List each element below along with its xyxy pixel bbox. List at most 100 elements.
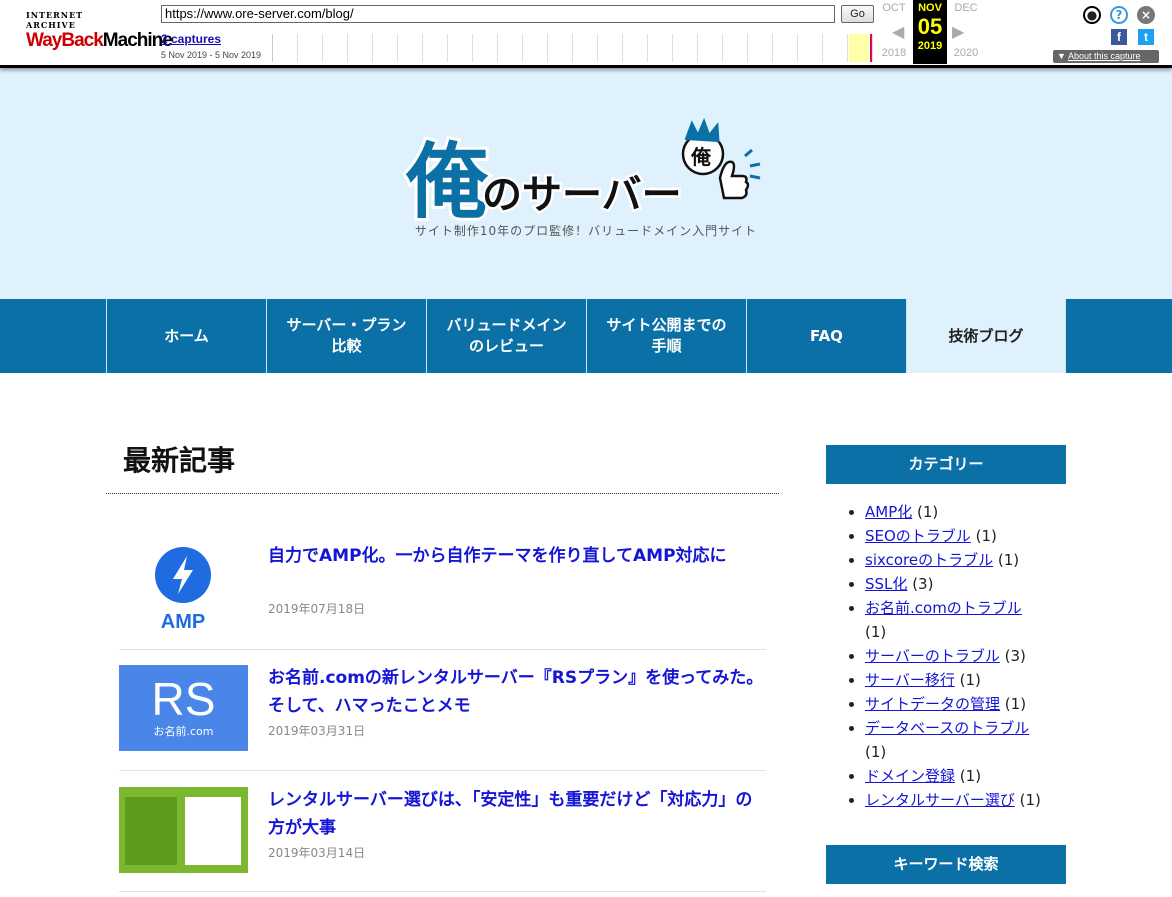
nav-publish-steps[interactable]: サイト公開までの 手順 xyxy=(586,299,746,373)
wayback-go-button[interactable]: Go xyxy=(841,5,874,23)
wayback-sparkline[interactable] xyxy=(272,34,876,62)
categories-heading: カテゴリー xyxy=(826,445,1066,484)
post-item[interactable]: レンタルサーバー選びは、「安定性」も重要だけど「対応力」の方が大事 2019年0… xyxy=(119,771,766,892)
wayback-url-input[interactable]: https://www.ore-server.com/blog/ xyxy=(161,5,835,23)
help-icon[interactable]: ? xyxy=(1110,6,1128,24)
category-count: (1) xyxy=(865,623,887,641)
category-item: ドメイン登録 (1) xyxy=(865,764,1066,788)
category-item: サイトデータの管理 (1) xyxy=(865,692,1066,716)
post-item[interactable]: AMP 自力でAMP化。一から自作テーマを作り直してAMP対応に 2019年07… xyxy=(119,518,766,650)
prev-year-label: 2018 xyxy=(881,47,907,59)
category-count: (3) xyxy=(912,575,934,593)
wayback-logo-text: WayBackMachine xyxy=(26,30,173,51)
thumb-screenshot xyxy=(185,797,241,865)
category-link[interactable]: AMP化 xyxy=(865,503,912,521)
current-capture-date: NOV 05 2019 xyxy=(913,0,947,64)
sparkline-highlight xyxy=(849,34,869,62)
site-tagline: サイト制作10年のプロ監修！バリュードメイン入門サイト xyxy=(414,224,758,238)
site-header: 俺 のサーバー 俺 サイト制作10年のプロ監修！バリュードメイン入門サイト xyxy=(0,68,1172,299)
wayback-toolbar: INTERNET ARCHIVE WayBackMachine https://… xyxy=(0,0,1172,68)
user-icon[interactable]: ● xyxy=(1083,6,1101,24)
post-item[interactable]: RS お名前.com お名前.comの新レンタルサーバー『RSプラン』を使ってみ… xyxy=(119,650,766,771)
rs-thumb-label: RS xyxy=(151,673,216,725)
svg-text:のサーバー: のサーバー xyxy=(482,172,682,218)
category-link[interactable]: お名前.comのトラブル xyxy=(865,599,1022,617)
category-count: (1) xyxy=(1004,695,1027,713)
category-count: (1) xyxy=(959,767,982,785)
post-date: 2019年03月31日 xyxy=(268,724,366,738)
sidebar: カテゴリー AMP化 (1) SEOのトラブル (1) sixcoreのトラブル… xyxy=(826,445,1066,884)
wayback-logo[interactable]: INTERNET ARCHIVE WayBackMachine xyxy=(26,10,173,51)
thumb-panel xyxy=(125,797,177,865)
nav-label: バリュードメイン のレビュー xyxy=(446,316,567,355)
category-item: レンタルサーバー選び (1) xyxy=(865,788,1066,812)
current-day: 05 xyxy=(917,14,943,39)
category-count: (1) xyxy=(959,671,981,689)
category-item: sixcoreのトラブル (1) xyxy=(865,548,1066,572)
wayback-logo-top: INTERNET ARCHIVE xyxy=(26,10,84,30)
category-count: (1) xyxy=(917,503,939,521)
next-month-label: DEC xyxy=(954,2,978,14)
close-icon[interactable]: × xyxy=(1137,6,1155,24)
post-title-link[interactable]: お名前.comの新レンタルサーバー『RSプラン』を使ってみた。そして、ハマったこ… xyxy=(268,664,766,720)
nav-label: FAQ xyxy=(810,326,843,345)
category-link[interactable]: レンタルサーバー選び xyxy=(865,791,1015,809)
category-count: (1) xyxy=(865,743,887,761)
post-title-link[interactable]: レンタルサーバー選びは、「安定性」も重要だけど「対応力」の方が大事 xyxy=(268,786,766,842)
category-count: (1) xyxy=(975,527,997,545)
amp-logo-icon: AMP xyxy=(155,547,211,633)
mascot-icon: 俺 xyxy=(681,117,761,200)
post-thumbnail[interactable]: RS お名前.com xyxy=(119,665,248,751)
category-item: サーバー移行 (1) xyxy=(865,668,1066,692)
next-year-label: 2020 xyxy=(953,47,979,59)
nav-label: サーバー・プラン 比較 xyxy=(286,316,407,355)
nav-tech-blog[interactable]: 技術ブログ xyxy=(906,299,1066,373)
category-count: (1) xyxy=(1019,791,1041,809)
category-count: (1) xyxy=(997,551,1020,569)
post-thumbnail[interactable] xyxy=(119,787,248,873)
category-link[interactable]: SSL化 xyxy=(865,575,907,593)
nav-home[interactable]: ホーム xyxy=(106,299,266,373)
wayback-capture-range: 5 Nov 2019 - 5 Nov 2019 xyxy=(161,50,262,60)
category-link[interactable]: サーバー移行 xyxy=(865,671,955,689)
prev-month-label: OCT xyxy=(882,2,906,14)
category-link[interactable]: ドメイン登録 xyxy=(865,767,955,785)
current-year: 2019 xyxy=(917,40,943,52)
post-thumbnail[interactable]: AMP xyxy=(119,546,248,633)
category-link[interactable]: データベースのトラブル xyxy=(865,719,1029,737)
category-item: AMP化 (1) xyxy=(865,500,1066,524)
title-divider xyxy=(106,493,779,494)
category-link[interactable]: sixcoreのトラブル xyxy=(865,551,993,569)
category-link[interactable]: サイトデータの管理 xyxy=(865,695,1000,713)
rs-thumb-sub: お名前.com xyxy=(153,725,214,738)
category-item: お名前.comのトラブル (1) xyxy=(865,596,1066,644)
global-nav: ホーム サーバー・プラン 比較 バリュードメイン のレビュー サイト公開までの … xyxy=(0,299,1172,373)
about-capture-button[interactable]: ▼ About this capture xyxy=(1053,50,1159,63)
nav-server-plan-compare[interactable]: サーバー・プラン 比較 xyxy=(266,299,426,373)
category-list: AMP化 (1) SEOのトラブル (1) sixcoreのトラブル (1) S… xyxy=(826,500,1066,812)
nav-label: サイト公開までの 手順 xyxy=(606,316,727,355)
post-title-link[interactable]: 自力でAMP化。一から自作テーマを作り直してAMP対応に xyxy=(268,542,766,570)
keyword-search-heading: キーワード検索 xyxy=(826,845,1066,884)
category-item: サーバーのトラブル (3) xyxy=(865,644,1066,668)
facebook-icon[interactable]: f xyxy=(1111,29,1127,45)
svg-text:俺: 俺 xyxy=(690,145,712,169)
page-title: 最新記事 xyxy=(123,444,236,477)
nav-label: 技術ブログ xyxy=(948,326,1024,345)
sparkline-capture-mark[interactable] xyxy=(870,34,872,62)
svg-text:俺: 俺 xyxy=(405,135,489,228)
twitter-icon[interactable]: t xyxy=(1138,29,1154,45)
current-month: NOV xyxy=(918,2,942,14)
post-date: 2019年07月18日 xyxy=(268,602,366,616)
nav-value-domain-review[interactable]: バリュードメイン のレビュー xyxy=(426,299,586,373)
wayback-captures-link[interactable]: 2 captures xyxy=(161,32,221,46)
prev-arrow-icon[interactable]: ◀ xyxy=(892,22,904,41)
nav-faq[interactable]: FAQ xyxy=(746,299,906,373)
category-link[interactable]: サーバーのトラブル xyxy=(865,647,1000,665)
site-logo-graphic: 俺 のサーバー 俺 xyxy=(402,117,761,233)
next-arrow-icon[interactable]: ▶ xyxy=(952,22,964,41)
category-item: データベースのトラブル (1) xyxy=(865,716,1066,764)
category-item: SSL化 (3) xyxy=(865,572,1066,596)
category-link[interactable]: SEOのトラブル xyxy=(865,527,971,545)
nav-label: ホーム xyxy=(164,326,209,345)
